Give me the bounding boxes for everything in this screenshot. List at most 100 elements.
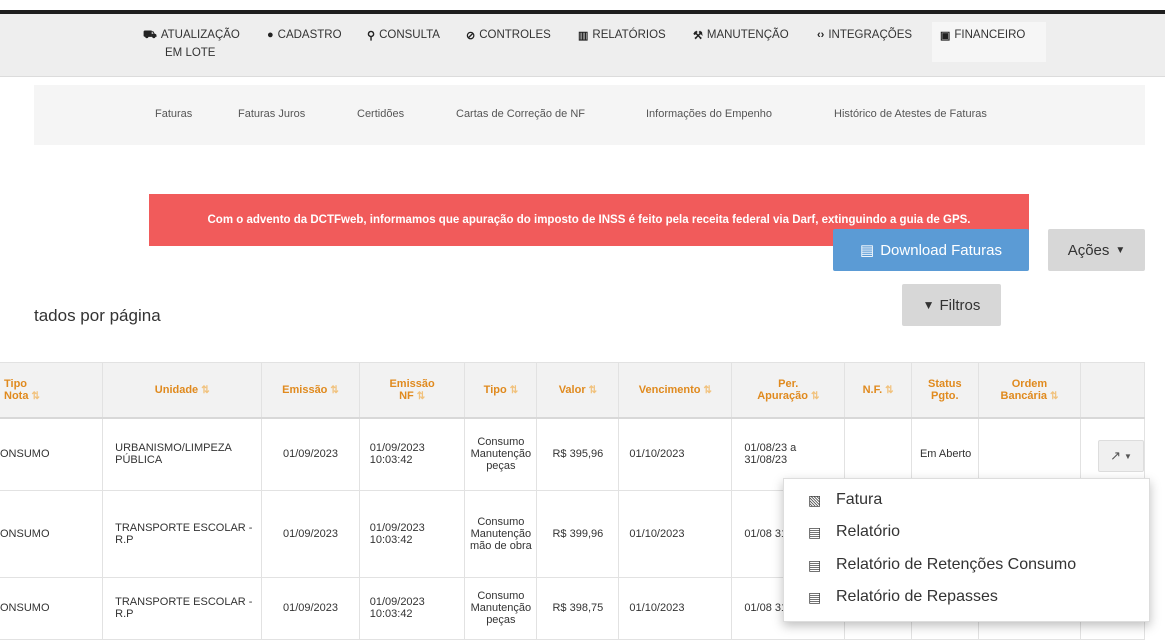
sort-icon: ⇅: [201, 385, 210, 396]
wrench-icon: ⚒: [693, 30, 703, 42]
pdf-file-icon: ▧: [808, 491, 822, 508]
th-l2: Nota: [4, 390, 29, 402]
cell-vencimento: 01/10/2023: [618, 490, 733, 578]
top-strip: [0, 0, 1165, 14]
file-icon: ▤: [808, 556, 822, 573]
th-l2: Apuração: [757, 390, 808, 402]
acoes-label: Ações: [1067, 241, 1110, 259]
download-label: Download Faturas: [880, 241, 1002, 259]
cell-emissao-nf: 01/09/2023 10:03:42: [359, 577, 466, 640]
nav-item-cadastro[interactable]: ● Cadastro: [267, 29, 342, 41]
subnav-cartas-correcao[interactable]: Cartas de Correção de NF: [456, 108, 585, 120]
file-icon: ▤: [808, 523, 822, 540]
filtros-label: Filtros: [939, 296, 981, 314]
th-tipo[interactable]: Tipo ⇅: [464, 362, 538, 419]
nav-item-consulta[interactable]: ⚲ Consulta: [367, 29, 440, 42]
caret-down-icon: ▼: [1115, 244, 1126, 256]
cell-valor: R$ 399,96: [536, 490, 620, 578]
file-icon: ▤: [808, 588, 822, 605]
menu-item-relatorio-retencoes[interactable]: ▤ Relatório de Retenções Consumo: [808, 556, 1076, 574]
th-nf[interactable]: N.F. ⇅: [844, 362, 912, 419]
sort-icon: ⇅: [810, 391, 820, 402]
sub-nav: Faturas Faturas Juros Certidões Cartas d…: [34, 85, 1145, 145]
nav-item-relatorios[interactable]: ▥ Relatórios: [578, 29, 666, 42]
code-icon: ‹›: [817, 29, 825, 41]
nav-label: Controles: [479, 29, 551, 41]
nav-label: Consulta: [379, 29, 440, 41]
subnav-faturas-juros[interactable]: Faturas Juros: [238, 108, 305, 120]
cell-emissao-nf: 01/09/2023 10:03:42: [359, 418, 466, 491]
th-l1: Per.: [778, 378, 799, 390]
caret-down-icon: ▼: [1123, 451, 1132, 461]
cell-emissao: 01/09/2023: [261, 418, 360, 491]
nav-item-manutencao[interactable]: ⚒ Manutenção: [693, 29, 789, 42]
nav-label: Cadastro: [277, 29, 342, 41]
main-nav: ⛟ Atualização EM LOTE ● Cadastro ⚲ Consu…: [0, 14, 1165, 77]
th-unidade[interactable]: Unidade ⇅: [102, 362, 263, 419]
sort-icon: ⇅: [703, 385, 712, 396]
cell-tipo: Consumo Manutenção peças: [464, 577, 538, 640]
filtros-button[interactable]: ▼ Filtros: [902, 284, 1001, 326]
th-vencimento[interactable]: Vencimento ⇅: [618, 362, 733, 419]
nav-label-em-lote[interactable]: EM LOTE: [165, 47, 215, 59]
cell-emissao: 01/09/2023: [261, 577, 360, 640]
acoes-dropdown-button[interactable]: Ações ▼: [1048, 229, 1145, 271]
menu-item-relatorio[interactable]: ▤ Relatório: [808, 523, 900, 541]
cell-vencimento: 01/10/2023: [618, 418, 733, 491]
nav-item-controles[interactable]: ⊘ Controles: [466, 29, 551, 42]
th-valor[interactable]: Valor ⇅: [536, 362, 620, 419]
row-actions-button[interactable]: ↗ ▼: [1098, 440, 1144, 472]
subnav-certidoes[interactable]: Certidões: [357, 108, 404, 120]
nav-label: Integrações: [828, 29, 913, 41]
th-emissao-nf[interactable]: Emissão NF ⇅: [359, 362, 466, 419]
cell-unidade: TRANSPORTE ESCOLAR - R.P: [102, 490, 263, 578]
download-faturas-button[interactable]: ▤ Download Faturas: [833, 229, 1029, 271]
menu-item-fatura[interactable]: ▧ Fatura: [808, 491, 882, 509]
th-per-apuracao[interactable]: Per. Apuração ⇅: [731, 362, 846, 419]
menu-item-relatorio-repasses[interactable]: ▤ Relatório de Repasses: [808, 588, 998, 606]
th-l1: Ordem: [1011, 378, 1048, 390]
money-icon: ▣: [940, 30, 951, 42]
menu-item-label: Relatório de Repasses: [836, 588, 998, 605]
nav-item-integracoes[interactable]: ‹› Integrações: [817, 29, 912, 41]
cell-emissao: 01/09/2023: [261, 490, 360, 578]
th-l1: N.F.: [862, 384, 883, 396]
sort-icon: ⇅: [1050, 391, 1059, 402]
cell-unidade: TRANSPORTE ESCOLAR - R.P: [102, 577, 263, 640]
subnav-historico-atestes[interactable]: Histórico de Atestes de Faturas: [834, 108, 987, 120]
th-acoes: [1080, 362, 1145, 419]
nav-label: Atualização: [160, 29, 240, 41]
th-status-pgto[interactable]: Status Pgto.: [911, 362, 979, 419]
cell-valor: R$ 398,75: [536, 577, 620, 640]
nav-item-atualizacao[interactable]: ⛟ Atualização: [143, 29, 240, 43]
nav-label: Financeiro: [954, 29, 1026, 41]
th-l2: Pgto.: [931, 390, 959, 402]
car-icon: ⛟: [143, 29, 157, 41]
th-tipo-nota[interactable]: Tipo Nota ⇅: [0, 362, 104, 419]
nav-label: Manutenção: [706, 29, 789, 41]
cell-tipo-nota: ONSUMO: [0, 577, 104, 640]
th-l1: Tipo: [483, 384, 507, 396]
excel-icon: ▤: [860, 242, 875, 259]
sort-icon: ⇅: [885, 385, 894, 396]
sort-icon: ⇅: [509, 385, 519, 396]
search-icon: ⚲: [367, 30, 376, 42]
sort-icon: ⇅: [330, 385, 339, 396]
sort-icon: ⇅: [31, 391, 40, 402]
th-l1: Tipo: [4, 378, 28, 390]
th-emissao[interactable]: Emissão ⇅: [261, 362, 360, 419]
cell-tipo-nota: ONSUMO: [0, 490, 104, 578]
subnav-faturas[interactable]: Faturas: [155, 108, 192, 120]
th-ordem-bancaria[interactable]: Ordem Bancária ⇅: [978, 362, 1082, 419]
cell-tipo: Consumo Manutenção mão de obra: [464, 490, 538, 578]
th-l1: Valor: [558, 384, 586, 396]
nav-item-financeiro[interactable]: ▣ Financeiro: [940, 29, 1025, 42]
cell-emissao-nf: 01/09/2023 10:03:42: [359, 490, 466, 578]
chart-icon: ▥: [578, 30, 589, 42]
nav-active-bg: [932, 22, 1046, 62]
menu-item-label: Fatura: [836, 491, 883, 508]
subnav-informacoes-empenho[interactable]: Informações do Empenho: [646, 108, 772, 120]
menu-item-label: Relatório de Retenções Consumo: [836, 556, 1077, 573]
th-l1: Unidade: [154, 384, 199, 396]
th-l2: NF: [399, 390, 414, 402]
